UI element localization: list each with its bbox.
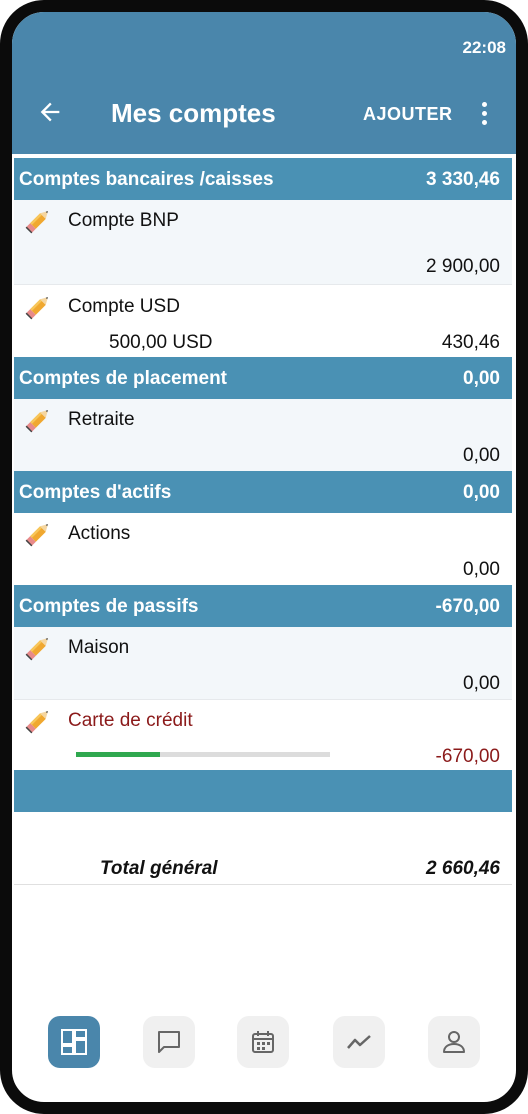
status-bar: 22:08: [12, 12, 516, 78]
account-name: Carte de crédit: [68, 710, 193, 731]
section-label: Comptes de placement: [19, 368, 227, 389]
pencil-icon[interactable]: [22, 205, 54, 237]
add-button[interactable]: AJOUTER: [363, 104, 453, 125]
account-balance: 430,46: [441, 332, 500, 353]
bottom-navigation: [12, 1012, 516, 1076]
calendar-icon: [252, 1031, 274, 1053]
account-row[interactable]: Compte USD 500,00 USD 430,46: [14, 286, 512, 359]
progress-fill: [76, 752, 160, 757]
account-name: Compte BNP: [68, 210, 179, 231]
nav-statistics[interactable]: [333, 1016, 385, 1068]
section-label: Comptes d'actifs: [19, 482, 172, 503]
nav-dashboard[interactable]: [48, 1016, 100, 1068]
section-total: 0,00: [463, 482, 500, 503]
account-balance: -670,00: [435, 746, 500, 767]
section-total: 3 330,46: [426, 169, 500, 190]
chat-icon: [158, 1031, 180, 1053]
account-row[interactable]: Carte de crédit -670,00: [14, 700, 512, 770]
trend-chart-icon: [347, 1035, 371, 1049]
arrow-left-icon[interactable]: [34, 98, 66, 130]
section-header-placement: Comptes de placement 0,00: [14, 357, 512, 399]
status-time: 22:08: [462, 38, 506, 57]
account-foreign-amount: 500,00 USD: [109, 332, 213, 353]
account-balance: 0,00: [463, 673, 500, 694]
pencil-icon[interactable]: [22, 291, 54, 323]
account-balance: 2 900,00: [426, 256, 500, 277]
nav-profile[interactable]: [428, 1016, 480, 1068]
pencil-icon[interactable]: [22, 518, 54, 550]
account-row[interactable]: Compte BNP 2 900,00: [14, 200, 512, 285]
grand-total-label: Total général: [100, 858, 218, 879]
grand-total-row: Total général 2 660,46: [14, 844, 512, 885]
more-vertical-icon[interactable]: [474, 98, 494, 130]
section-header-passifs: Comptes de passifs -670,00: [14, 585, 512, 627]
nav-messages[interactable]: [143, 1016, 195, 1068]
pencil-icon[interactable]: [22, 705, 54, 737]
account-balance: 0,00: [463, 445, 500, 466]
pencil-icon[interactable]: [22, 632, 54, 664]
account-name: Retraite: [68, 409, 135, 430]
app-bar: Mes comptes AJOUTER: [12, 78, 516, 154]
section-header-actifs: Comptes d'actifs 0,00: [14, 471, 512, 513]
account-row[interactable]: Actions 0,00: [14, 513, 512, 586]
section-total: 0,00: [463, 368, 500, 389]
credit-usage-progress: [76, 752, 330, 757]
nav-calendar[interactable]: [237, 1016, 289, 1068]
grand-total-value: 2 660,46: [426, 858, 500, 879]
list-footer-bar: [14, 770, 512, 812]
account-name: Actions: [68, 523, 131, 544]
section-header-bancaires: Comptes bancaires /caisses 3 330,46: [14, 158, 512, 200]
section-label: Comptes de passifs: [19, 596, 199, 617]
phone-frame: 22:08 Mes comptes AJOUTER Comptes bancai…: [0, 0, 528, 1114]
account-balance: 0,00: [463, 559, 500, 580]
pencil-icon[interactable]: [22, 404, 54, 436]
account-name: Compte USD: [68, 296, 180, 317]
account-row[interactable]: Maison 0,00: [14, 627, 512, 700]
dashboard-icon: [61, 1029, 87, 1055]
account-name: Maison: [68, 637, 130, 658]
person-icon: [443, 1031, 465, 1053]
page-title: Mes comptes: [111, 98, 276, 128]
section-label: Comptes bancaires /caisses: [19, 169, 274, 190]
section-total: -670,00: [435, 596, 500, 617]
account-row[interactable]: Retraite 0,00: [14, 399, 512, 472]
